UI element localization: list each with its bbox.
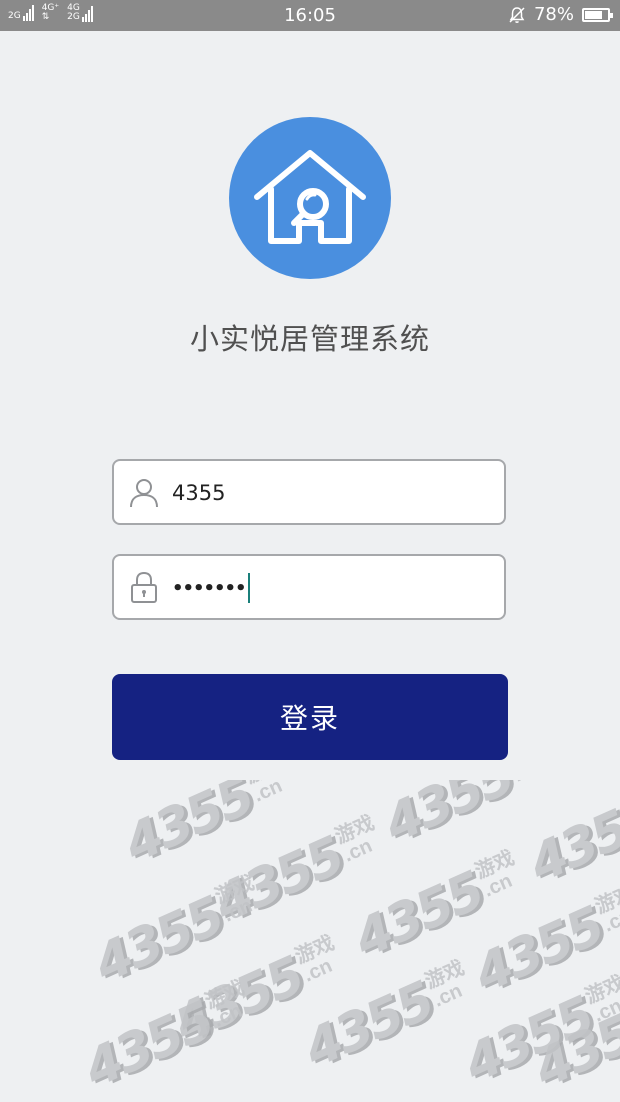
watermark-number: 4355: [115, 780, 262, 875]
watermark-text: 游戏.cn: [332, 811, 378, 867]
watermark-text: 游戏.cn: [582, 971, 620, 1027]
watermark-tile: 4355游戏.cn: [76, 973, 262, 1100]
watermark-number: 4355: [85, 886, 232, 995]
watermark-tile: 4355游戏.cn: [346, 843, 532, 970]
password-field[interactable]: •••••••: [112, 554, 506, 620]
battery-icon: [582, 7, 613, 22]
password-mask: •••••••: [172, 577, 247, 599]
lock-icon: [131, 571, 157, 603]
watermark-text: 游戏.cn: [292, 931, 338, 987]
username-value[interactable]: 4355: [172, 481, 225, 505]
user-icon: [130, 479, 158, 508]
watermark-tile: 4355游戏.cn: [456, 968, 620, 1095]
watermark: 4355游戏.cn4355游戏.cn4355游戏.cn4355游戏.cn4355…: [0, 780, 620, 1102]
watermark-number: 4355: [345, 861, 492, 970]
watermark-tile: 4355游戏.cn: [466, 878, 620, 1005]
app-logo: [229, 117, 391, 279]
username-field[interactable]: 4355: [112, 459, 506, 525]
status-bar: 2G 4G⁺ ⇅ 4G 2G 16:05 78%: [0, 0, 620, 31]
watermark-text: 游戏.cn: [503, 780, 556, 787]
bell-muted-icon: [509, 6, 525, 23]
watermark-number: 4355: [295, 971, 442, 1080]
watermark-tile: 4355游戏.cn: [521, 780, 620, 895]
watermark-tile: 4355游戏.cn: [296, 953, 482, 1080]
house-search-icon: [254, 150, 366, 244]
watermark-number: 4355: [165, 946, 312, 1055]
watermark-tile: 4355游戏.cn: [376, 780, 562, 855]
watermark-number: 4355: [205, 826, 352, 935]
watermark-tile: 4355游戏.cn: [116, 780, 302, 875]
watermark-tile: 4355游戏.cn: [86, 868, 272, 995]
watermark-number: 4355: [525, 991, 620, 1100]
battery-percent: 78%: [533, 4, 574, 25]
watermark-text: 游戏.cn: [422, 956, 468, 1012]
password-input[interactable]: •••••••: [172, 570, 250, 606]
watermark-tile: 4355游戏.cn: [166, 928, 352, 1055]
watermark-tile: 4355游戏.cn: [526, 973, 620, 1100]
watermark-number: 4355: [455, 986, 602, 1095]
watermark-number: 4355: [75, 991, 222, 1100]
watermark-text: 游戏.cn: [592, 881, 620, 937]
watermark-tile: 4355游戏.cn: [206, 808, 392, 935]
app-title: 小实悦居管理系统: [189, 324, 430, 356]
battery-fill: [585, 10, 603, 19]
watermark-text: 游戏.cn: [202, 976, 248, 1032]
status-right: 78%: [508, 4, 613, 25]
watermark-number: 4355: [465, 896, 612, 1005]
watermark-text: 游戏.cn: [212, 871, 258, 927]
watermark-number: 4355: [520, 786, 620, 895]
login-button[interactable]: 登录: [112, 674, 508, 760]
watermark-text: 游戏.cn: [242, 780, 287, 807]
text-caret: [247, 573, 250, 603]
watermark-number: 4355: [375, 780, 522, 855]
watermark-text: 游戏.cn: [472, 846, 518, 902]
